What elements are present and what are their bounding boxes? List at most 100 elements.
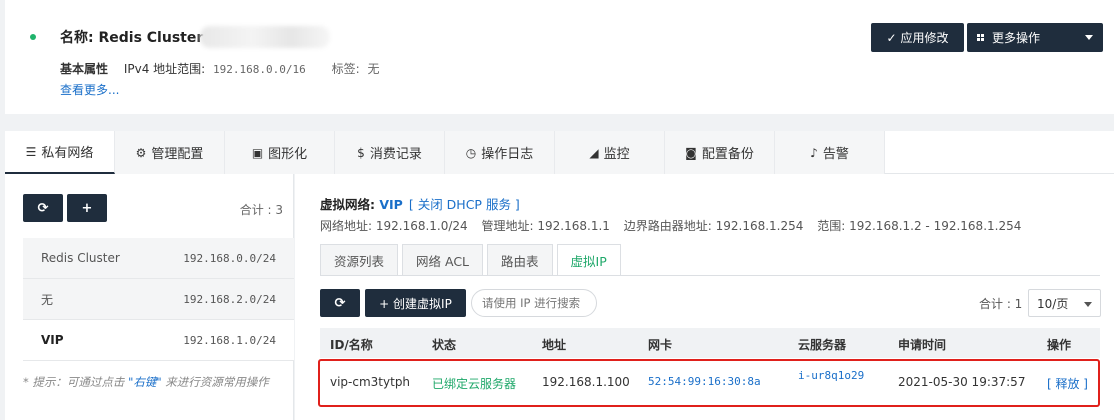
ipv4-value: 192.168.0.0/16 (213, 63, 306, 76)
tab-billing-records[interactable]: $ 消费记录 (335, 131, 445, 174)
network-item-vip[interactable]: VIP 192.168.1.0/24 (23, 320, 294, 361)
ip-search-input[interactable] (471, 289, 597, 317)
subtab-divider (320, 275, 1100, 276)
image-icon: ▣ (251, 145, 264, 160)
create-vip-button[interactable]: + 创建虚拟IP (365, 289, 466, 317)
disable-dhcp-link[interactable]: [ 关闭 DHCP 服务 ] (409, 197, 520, 212)
caret-down-icon (1085, 35, 1093, 40)
network-name: 无 (41, 292, 54, 307)
vip-status: 已绑定云服务器 (432, 377, 517, 391)
network-name: VIP (41, 333, 64, 347)
network-cidr: 192.168.0.0/24 (183, 251, 276, 265)
area-chart-icon: ◢ (589, 145, 599, 160)
network-cidr: 192.168.1.0/24 (183, 333, 276, 347)
network-address: 网络地址: 192.168.1.0/24 (320, 219, 468, 233)
sub-tabs: 资源列表 网络 ACL 路由表 虚拟IP (320, 244, 621, 276)
col-apply-time: 申请时间 (898, 338, 947, 352)
tags-label: 标签: (331, 62, 360, 76)
col-vm: 云服务器 (798, 338, 847, 352)
subtab-route-table[interactable]: 路由表 (487, 244, 553, 275)
apply-changes-button[interactable]: ✓ 应用修改 (871, 23, 964, 52)
more-actions-label: 更多操作 (992, 31, 1041, 45)
network-item-none[interactable]: 无 192.168.2.0/24 (23, 279, 294, 320)
subtab-virtual-ip[interactable]: 虚拟IP (556, 244, 621, 276)
vnet-title-prefix: 虚拟网络: (320, 197, 380, 212)
tab-label: 消费记录 (369, 147, 422, 162)
network-name: Redis Cluster (41, 251, 120, 265)
gears-icon: ⚙ (135, 145, 147, 160)
vip-apply-time: 2021-05-30 19:37:57 (898, 375, 1026, 389)
vip-address: 192.168.1.100 (542, 375, 630, 389)
ipv4-label: IPv4 地址范围: (123, 62, 206, 76)
border-router-address: 边界路由器地址: 192.168.1.254 (623, 219, 804, 233)
main-tabs: ☰ 私有网络 ⚙ 管理配置 ▣ 图形化 $ 消费记录 ◷ 操作日志 ◢ 监控 ◙… (5, 131, 1114, 174)
attr-title: 基本属性 (60, 62, 109, 76)
col-nic: 网卡 (648, 338, 673, 352)
page-size-value: 10/页 (1037, 296, 1069, 311)
instance-header-card: 名称: Redis Cluster 基本属性 IPv4 地址范围: 192.16… (5, 0, 1114, 114)
tab-operation-log[interactable]: ◷ 操作日志 (445, 131, 555, 174)
attributes-row: 基本属性 IPv4 地址范围: 192.168.0.0/16 标签: 无 (60, 60, 379, 77)
caret-down-icon (1084, 302, 1092, 307)
network-cidr: 192.168.2.0/24 (183, 292, 276, 306)
subtab-resource-list[interactable]: 资源列表 (320, 244, 399, 275)
vnet-name: VIP (379, 197, 403, 212)
ip-range: 范围: 192.168.1.2 - 192.168.1.254 (817, 219, 1022, 233)
hint-keyword: "右键" (128, 375, 162, 389)
more-actions-button[interactable]: 更多操作 (967, 23, 1103, 52)
vip-vm-link[interactable]: i-ur8q1o29 (798, 369, 864, 382)
tab-label: 图形化 (268, 147, 308, 162)
camera-icon: ◙ (685, 145, 697, 160)
check-icon: ✓ (886, 30, 897, 45)
network-item-redis-cluster[interactable]: Redis Cluster 192.168.0.0/24 (23, 238, 294, 279)
tab-alarms[interactable]: ♪ 告警 (775, 131, 885, 174)
release-vip-link[interactable]: [ 释放 ] (1047, 375, 1088, 392)
vip-detail-panel: 虚拟网络: VIP [ 关闭 DHCP 服务 ] 网络地址: 192.168.1.… (295, 174, 1114, 420)
tags-value: 无 (367, 62, 380, 76)
col-id-name: ID/名称 (330, 338, 373, 352)
instance-name-label: 名称: Redis Cluster (60, 30, 204, 46)
tab-graphical[interactable]: ▣ 图形化 (225, 131, 335, 174)
subtab-network-acl[interactable]: 网络 ACL (402, 244, 484, 275)
table-row[interactable]: vip-cm3tytph 已绑定云服务器 192.168.1.100 52:54… (320, 359, 1100, 406)
grid-icon (977, 34, 984, 41)
col-actions: 操作 (1047, 338, 1072, 352)
network-list: Redis Cluster 192.168.0.0/24 无 192.168.2… (23, 238, 294, 361)
refresh-icon: ⟳ (334, 295, 346, 311)
tab-label: 告警 (822, 147, 849, 162)
dollar-icon: $ (357, 145, 365, 160)
context-menu-hint: * 提示：可通过点击 "右键" 来进行资源常用操作 (23, 374, 269, 390)
tab-label: 配置备份 (701, 147, 754, 162)
vip-total: 合计 : 1 (979, 297, 1023, 311)
tab-management-config[interactable]: ⚙ 管理配置 (115, 131, 225, 174)
vnet-title: 虚拟网络: VIP [ 关闭 DHCP 服务 ] (320, 194, 520, 213)
tab-monitoring[interactable]: ◢ 监控 (555, 131, 665, 174)
add-network-button[interactable]: + (67, 194, 107, 222)
refresh-vip-button[interactable]: ⟳ (320, 289, 360, 317)
bell-icon: ♪ (810, 145, 818, 160)
tab-label: 操作日志 (481, 147, 534, 162)
plus-icon: + (81, 200, 93, 216)
vip-table-header: ID/名称 状态 地址 网卡 云服务器 申请时间 操作 (320, 328, 1100, 358)
status-dot-icon (30, 34, 36, 40)
tab-config-backup[interactable]: ◙ 配置备份 (665, 131, 775, 174)
tab-label: 私有网络 (41, 146, 94, 161)
col-address: 地址 (542, 338, 567, 352)
col-status: 状态 (432, 338, 457, 352)
refresh-networks-button[interactable]: ⟳ (23, 194, 63, 222)
vip-nic-link[interactable]: 52:54:99:16:30:8a (648, 375, 761, 388)
apply-changes-label: 应用修改 (900, 31, 949, 45)
tab-label: 监控 (603, 147, 630, 162)
list-icon: ☰ (25, 144, 37, 159)
vnet-info: 网络地址: 192.168.1.0/24 管理地址: 192.168.1.1 边… (320, 217, 1031, 234)
tab-label: 管理配置 (151, 147, 204, 162)
view-more-link[interactable]: 查看更多... (60, 81, 119, 98)
page-size-select[interactable]: 10/页 (1028, 289, 1101, 317)
hint-suffix: 来进行资源常用操作 (161, 375, 269, 389)
redacted-name-blur (200, 26, 330, 48)
vip-id: vip-cm3tytph (330, 375, 411, 389)
clock-icon: ◷ (465, 145, 477, 160)
tab-private-network[interactable]: ☰ 私有网络 (5, 131, 115, 174)
management-address: 管理地址: 192.168.1.1 (481, 219, 610, 233)
network-list-panel: ⟳ + 合计 : 3 Redis Cluster 192.168.0.0/24 … (5, 174, 294, 420)
